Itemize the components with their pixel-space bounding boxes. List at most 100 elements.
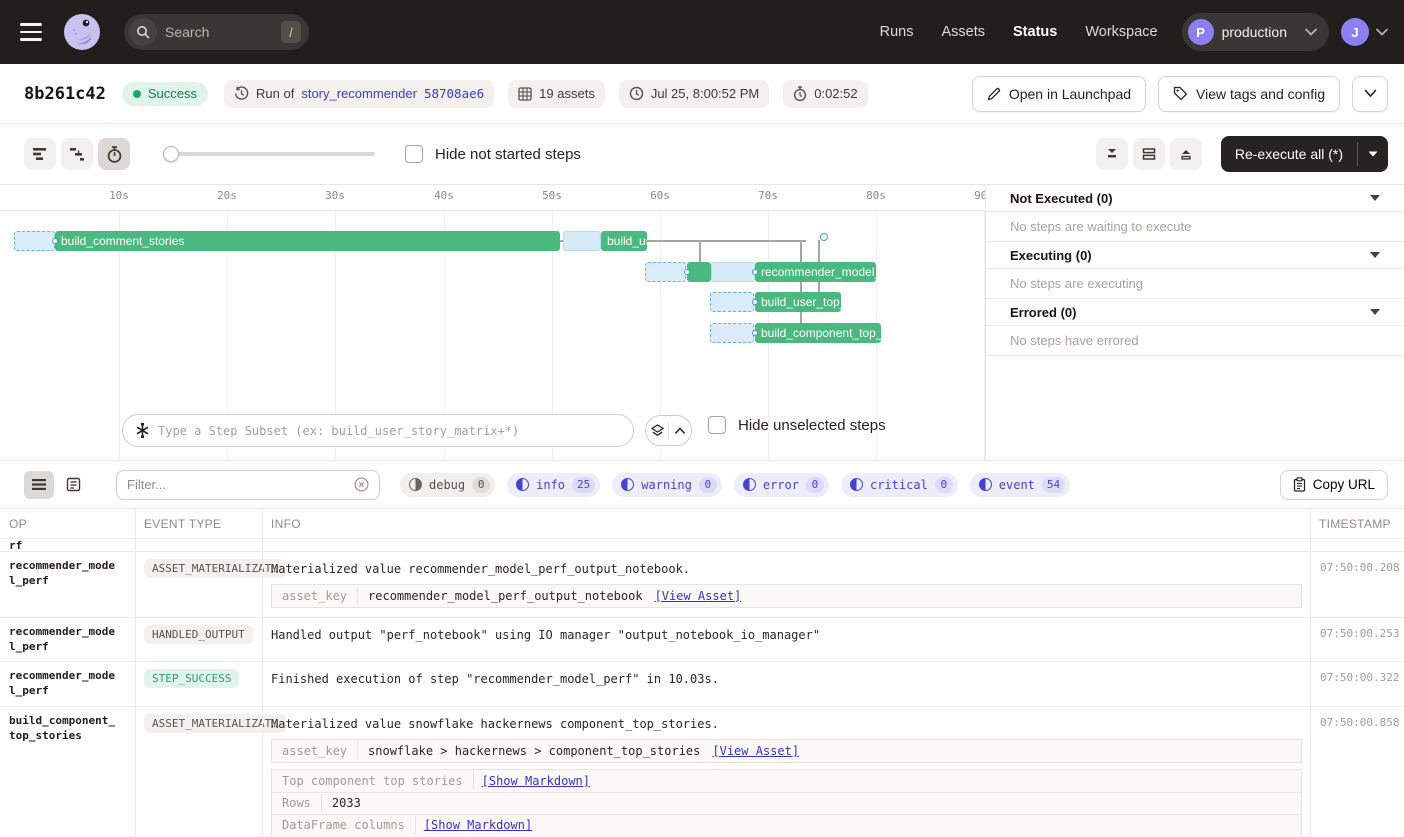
- gantt-queue-bar[interactable]: [711, 262, 755, 282]
- col-header-info: INFO: [271, 516, 301, 531]
- run-actions-dropdown-button[interactable]: [1352, 75, 1388, 112]
- log-event-type-cell: ASSET_MATERIALIZAT…: [135, 707, 286, 836]
- reexecute-all-label[interactable]: Re-execute all (*): [1221, 136, 1357, 172]
- nav-link-status[interactable]: Status: [1013, 24, 1057, 40]
- deployment-name: production: [1221, 24, 1287, 40]
- gantt-step-bar[interactable]: build_comment_stories: [55, 231, 560, 251]
- gantt-junction-dot-icon: [752, 330, 758, 336]
- gantt-step-bar[interactable]: build_user_top_: [755, 292, 841, 312]
- filter-toggle-event[interactable]: event 54: [969, 472, 1071, 497]
- hamburger-menu-icon[interactable]: [20, 18, 48, 46]
- top-nav: Search / Runs Assets Status Workspace P pro…: [0, 0, 1404, 64]
- metadata-value: 2033: [331, 796, 361, 811]
- gantt-step-bar[interactable]: build_component_top_s: [755, 323, 881, 343]
- log-row-1[interactable]: recommender_model_perf HANDLED_OUTPUT Hand…: [0, 618, 1404, 663]
- nav-link-workspace[interactable]: Workspace: [1085, 24, 1157, 40]
- job-link[interactable]: story_recommender: [301, 86, 417, 101]
- gantt-step-bar[interactable]: recommender_model_: [755, 262, 876, 282]
- deployment-switcher[interactable]: P production: [1181, 13, 1329, 51]
- column-separator[interactable]: [262, 509, 263, 836]
- flat-view-icon: [33, 148, 46, 160]
- timing-view-button[interactable]: [98, 138, 130, 170]
- view-tags-config-button[interactable]: View tags and config: [1158, 75, 1340, 112]
- user-menu[interactable]: J: [1341, 18, 1388, 46]
- reexecute-dropdown-button[interactable]: [1358, 136, 1388, 172]
- panel-section-header-2[interactable]: Errored (0): [986, 299, 1404, 326]
- log-info-text: Handled output "perf_notebook" using IO …: [271, 627, 821, 642]
- log-list-view-button[interactable]: [24, 470, 54, 499]
- chevron-down-icon: [1368, 151, 1378, 156]
- nav-link-assets[interactable]: Assets: [942, 24, 986, 40]
- nav-link-runs[interactable]: Runs: [880, 24, 914, 40]
- copy-url-button[interactable]: Copy URL: [1279, 469, 1388, 500]
- waterfall-view-button[interactable]: [61, 138, 93, 170]
- zoom-slider[interactable]: [163, 146, 375, 162]
- hide-unselected-checkbox[interactable]: [708, 416, 726, 434]
- panel-bottom-button[interactable]: [1095, 138, 1128, 170]
- log-row-0[interactable]: recommender_model_perf ASSET_MATERIALIZAT…: [0, 552, 1404, 618]
- run-of-pill[interactable]: Run of story_recommender 58708ae6: [224, 79, 495, 108]
- gantt-step-bar[interactable]: build_us: [601, 231, 647, 251]
- zoom-slider-knob[interactable]: [163, 146, 179, 162]
- gantt-wait-bar[interactable]: [710, 323, 754, 343]
- gantt-toolbar: Hide not started steps Re-execute all (*…: [0, 124, 1404, 185]
- gantt-step-bar[interactable]: [687, 262, 711, 282]
- run-hash-link[interactable]: 58708ae6: [424, 86, 484, 101]
- toggle-icon: [516, 478, 530, 491]
- log-info-text: Materialized value recommender_model_per…: [271, 562, 691, 576]
- log-info-cell: Materialized value snowflake hackernews …: [262, 707, 1310, 836]
- log-row-2[interactable]: recommender_model_perf STEP_SUCCESS Finish…: [0, 662, 1404, 708]
- metadata-link[interactable]: [Show Markdown]: [416, 816, 542, 834]
- step-status-panel: Not Executed (0) No steps are waiting to …: [985, 185, 1404, 460]
- filter-toggle-info[interactable]: info 25: [507, 472, 601, 497]
- metadata-link[interactable]: [View Asset]: [710, 742, 809, 760]
- panel-section-title: Not Executed (0): [1010, 190, 1113, 206]
- gantt-queue-bar[interactable]: [563, 231, 601, 251]
- filter-toggle-error[interactable]: error 0: [733, 472, 829, 497]
- gantt-chart: 10s 20s 30s 40s 50s 60s 70s 80s 90s build_comment…: [0, 185, 1404, 461]
- column-separator[interactable]: [135, 509, 136, 836]
- log-info-cell: Finished execution of step "recommender_…: [262, 662, 1310, 706]
- panel-split-button[interactable]: [1132, 138, 1165, 170]
- column-separator[interactable]: [1310, 509, 1311, 836]
- log-filter-input[interactable]: Filter...: [116, 469, 380, 500]
- gantt-wait-bar[interactable]: [645, 262, 686, 282]
- filter-toggle-debug[interactable]: debug 0: [400, 472, 496, 497]
- graph-layers-button[interactable]: [646, 416, 668, 445]
- gantt-wait-bar[interactable]: [710, 292, 754, 312]
- log-op-name: recommender_model_perf: [9, 559, 115, 587]
- start-time-pill: Jul 25, 8:00:52 PM: [618, 79, 770, 108]
- metadata-link[interactable]: [View Asset]: [653, 587, 752, 605]
- step-subset-input[interactable]: Type a Step Subset (ex: build_user_story…: [122, 414, 634, 447]
- metadata-link[interactable]: [Show Markdown]: [474, 772, 600, 790]
- caret-down-icon: [1370, 252, 1380, 258]
- reexecute-all-button[interactable]: Re-execute all (*): [1220, 136, 1388, 172]
- log-op-name: build_component_top_stories: [9, 714, 115, 743]
- panel-section-header-1[interactable]: Executing (0): [986, 242, 1404, 269]
- grid-icon: [518, 86, 532, 101]
- log-row-3[interactable]: build_component_top_stories ASSET_MATERIA…: [0, 707, 1404, 836]
- collapse-down-icon: [1107, 148, 1116, 157]
- hide-not-started-label: Hide not started steps: [435, 145, 581, 163]
- filter-toggle-critical[interactable]: critical 0: [840, 472, 958, 497]
- open-in-launchpad-button[interactable]: Open in Launchpad: [971, 75, 1147, 112]
- log-structured-view-button[interactable]: [58, 471, 88, 499]
- collapse-subset-button[interactable]: [669, 416, 691, 445]
- gantt-marker-icon: [820, 233, 828, 241]
- search-input[interactable]: Search /: [124, 14, 309, 50]
- filter-count-badge: 0: [934, 476, 953, 493]
- axis-tick-label: 80s: [866, 189, 886, 202]
- chevron-down-icon: [1376, 28, 1388, 36]
- stopwatch-icon: [794, 85, 807, 101]
- dagster-logo-icon[interactable]: [62, 12, 102, 52]
- filter-toggle-warning[interactable]: warning 0: [612, 472, 722, 497]
- panel-top-button[interactable]: [1169, 138, 1202, 170]
- assets-count-pill[interactable]: 19 assets: [508, 79, 605, 108]
- flat-view-button[interactable]: [24, 138, 56, 170]
- clear-filter-icon[interactable]: [354, 477, 369, 492]
- zoom-slider-track: [163, 152, 375, 156]
- hide-not-started-checkbox[interactable]: [405, 145, 423, 163]
- panel-section-header-0[interactable]: Not Executed (0): [986, 185, 1404, 212]
- log-row-partial[interactable]: rf: [0, 539, 1404, 552]
- gantt-wait-bar[interactable]: [14, 231, 55, 251]
